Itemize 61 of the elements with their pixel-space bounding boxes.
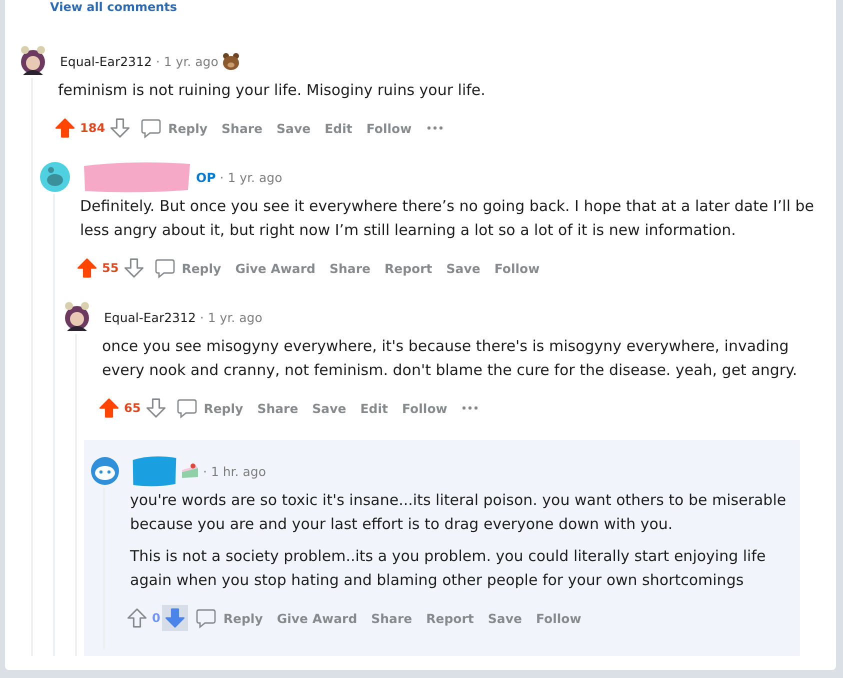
action-button[interactable]: Follow — [487, 256, 547, 280]
action-button[interactable]: Save — [480, 606, 529, 630]
vote-score: 184 — [80, 121, 106, 135]
action-button[interactable]: Report — [419, 606, 481, 630]
action-button[interactable]: Follow — [528, 606, 588, 630]
avatar-icon — [62, 301, 92, 333]
username[interactable]: Equal-Ear2312 — [60, 54, 152, 68]
downvote-icon — [144, 397, 167, 419]
avatar-icon — [90, 455, 120, 487]
comment-icon — [195, 607, 218, 629]
view-all-comments-link[interactable]: View all comments — [50, 0, 178, 14]
action-button[interactable]: Save — [439, 256, 488, 280]
timestamp: · 1 yr. ago — [156, 54, 218, 68]
action-button[interactable]: Share — [364, 606, 420, 630]
bear-icon — [222, 52, 240, 70]
reply-button[interactable]: Reply — [146, 253, 228, 283]
action-button[interactable]: Edit — [353, 396, 395, 420]
comment-text: This is not a society problem..its a you problem. you could literally start enjoying life again when you stop hating and blaming other people for your own shortcomings — [130, 546, 767, 591]
username[interactable]: Equal-Ear2312 — [104, 310, 196, 324]
downvote-button[interactable] — [162, 605, 188, 631]
avatar-icon — [18, 45, 48, 77]
action-button[interactable]: Share — [322, 256, 378, 280]
comment-icon — [140, 117, 162, 139]
action-button[interactable]: Share — [250, 396, 306, 420]
vote-score: 0 — [152, 611, 160, 625]
reply-button[interactable]: Reply — [133, 113, 215, 143]
action-button[interactable]: Give Award — [270, 606, 364, 630]
reply-button[interactable]: Reply — [168, 393, 250, 423]
action-button[interactable]: Share — [214, 116, 270, 140]
more-icon — [426, 125, 444, 131]
action-button[interactable]: Report — [377, 256, 440, 280]
comment-text: Definitely. But once you see it everywhere there’s no going back. I hope that at a later date I’ll be less angry about it, but right now I’m still learning a lot so a lot of it is new information. — [80, 196, 816, 241]
upvote-icon — [98, 397, 120, 419]
comment-icon — [176, 397, 198, 419]
reply-button[interactable]: Reply — [188, 603, 270, 633]
op-tag: OP — [196, 170, 216, 184]
action-button[interactable]: Follow — [395, 396, 454, 420]
action-button[interactable]: Edit — [318, 116, 360, 140]
action-button[interactable]: Save — [270, 116, 318, 140]
timestamp: · 1 hr. ago — [203, 464, 266, 478]
redaction-mark — [132, 454, 177, 488]
upvote-icon — [54, 117, 76, 139]
timestamp: · 1 yr. ago — [200, 310, 262, 324]
vote-score: 55 — [102, 261, 119, 275]
comment-text: you're words are so toxic it's insane...its literal poison. you want others to be miserable because you are and your last effort is to drag everyone down with you. — [130, 490, 788, 535]
comment-text: once you see misogyny everywhere, it's because there's is misogyny everywhere, invading every nook and cranny, not feminism. don't blame the cure for the disease. yeah, get angry. — [102, 336, 798, 381]
action-button[interactable]: Give Award — [228, 256, 322, 280]
cake-icon — [181, 463, 199, 479]
comment-text: feminism is not ruining your life. Misoginy ruins your life. — [58, 80, 486, 101]
comment-icon — [154, 257, 176, 279]
avatar-icon — [40, 161, 70, 193]
vote-score: 65 — [124, 401, 141, 415]
downvote-icon — [109, 117, 132, 139]
more-icon — [461, 405, 480, 411]
upvote-icon — [76, 257, 98, 279]
downvote-icon — [164, 607, 186, 629]
action-button[interactable]: Save — [305, 396, 354, 420]
downvote-icon — [122, 257, 145, 279]
action-button[interactable]: Follow — [359, 116, 419, 140]
timestamp: · 1 yr. ago — [220, 170, 282, 184]
upvote-icon — [126, 607, 148, 629]
